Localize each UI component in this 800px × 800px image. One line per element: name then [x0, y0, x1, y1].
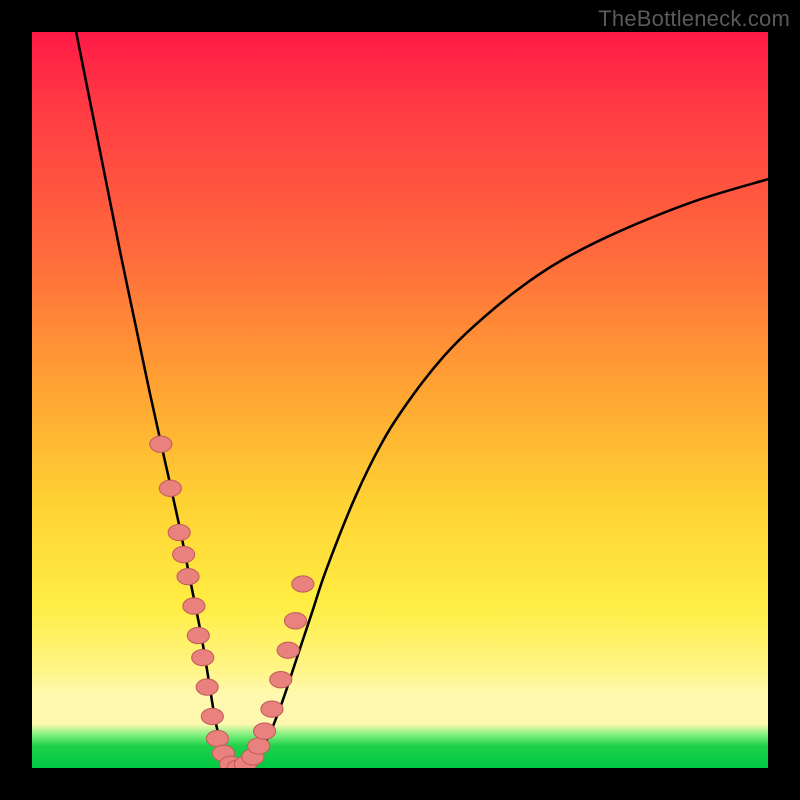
marker-dot [292, 576, 314, 592]
marker-dot [254, 723, 276, 739]
plot-area [32, 32, 768, 768]
marker-dot [192, 650, 214, 666]
marker-dot [284, 613, 306, 629]
marker-dot [261, 701, 283, 717]
bottleneck-curve [76, 32, 768, 768]
chart-svg [32, 32, 768, 768]
marker-dot [196, 679, 218, 695]
marker-dot [177, 569, 199, 585]
marker-dot [168, 524, 190, 540]
marker-dot [187, 627, 209, 643]
marker-dot [159, 480, 181, 496]
marker-dot [150, 436, 172, 452]
marker-dot [277, 642, 299, 658]
marker-dot [201, 708, 223, 724]
watermark-text: TheBottleneck.com [598, 6, 790, 32]
chart-frame: TheBottleneck.com [0, 0, 800, 800]
marker-dot [173, 546, 195, 562]
marker-dot [270, 672, 292, 688]
marker-dot [206, 730, 228, 746]
marker-dot [183, 598, 205, 614]
marker-dot [248, 738, 270, 754]
highlight-markers [150, 436, 314, 768]
